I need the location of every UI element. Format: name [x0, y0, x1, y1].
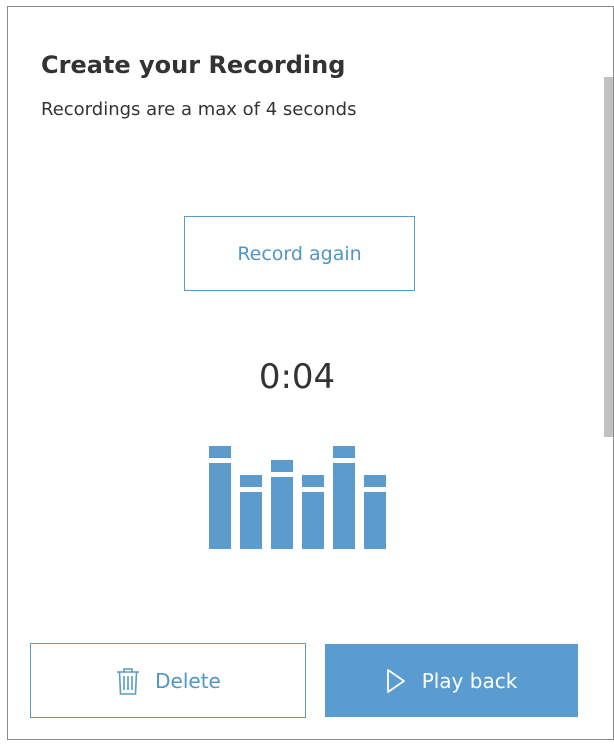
waveform-bar	[209, 446, 231, 549]
waveform-bar	[240, 475, 262, 549]
waveform-bar	[364, 475, 386, 549]
waveform-visualizer	[209, 446, 389, 549]
dialog-title: Create your Recording	[41, 51, 346, 79]
play-back-button[interactable]: Play back	[325, 644, 578, 717]
delete-button-label: Delete	[155, 668, 221, 693]
recording-timer: 0:04	[258, 357, 336, 397]
waveform-bar	[271, 460, 293, 549]
record-again-button[interactable]: Record again	[184, 216, 415, 291]
scrollbar-thumb[interactable]	[604, 77, 613, 437]
trash-icon	[115, 666, 141, 696]
dialog-subtitle: Recordings are a max of 4 seconds	[41, 99, 357, 120]
scrollbar-track[interactable]	[603, 7, 613, 739]
delete-button[interactable]: Delete	[30, 643, 306, 718]
recording-dialog: Create your Recording Recordings are a m…	[7, 6, 614, 740]
waveform-bar	[333, 446, 355, 549]
play-icon	[386, 668, 406, 694]
waveform-bar	[302, 475, 324, 549]
play-back-button-label: Play back	[421, 668, 518, 693]
